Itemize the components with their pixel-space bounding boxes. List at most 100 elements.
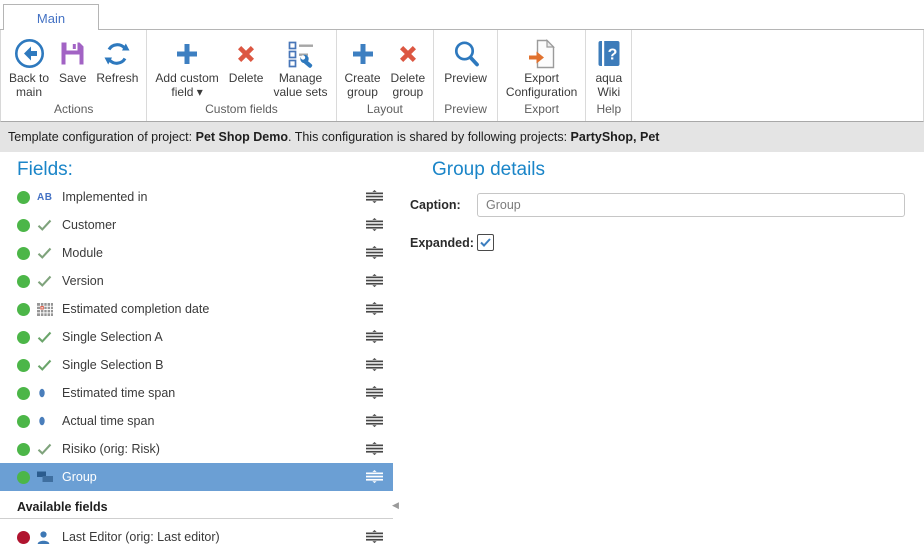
magnifier-icon (451, 35, 481, 72)
caption-input[interactable] (477, 193, 905, 217)
field-label: Module (62, 246, 366, 260)
status-dot-green (17, 191, 30, 204)
field-label: Risiko (orig: Risk) (62, 442, 366, 456)
status-dot-green (17, 331, 30, 344)
field-row-module[interactable]: Module (0, 239, 393, 267)
aqua-wiki-button[interactable]: ? aqua Wiki (589, 30, 628, 101)
ribbon-group-help: ? aqua Wiki Help (586, 30, 632, 121)
checkmark-icon (37, 247, 59, 259)
group-details-panel: Group details Caption: Expanded: (400, 152, 924, 548)
field-row-customer[interactable]: Customer (0, 211, 393, 239)
add-custom-field-label: Add custom field ▾ (155, 72, 218, 100)
value-sets-wrench-icon (286, 35, 316, 72)
delete-group-button[interactable]: Delete group (386, 30, 431, 101)
ribbon-group-actions: Back to main Save (1, 30, 147, 121)
export-configuration-button[interactable]: Export Configuration (501, 30, 582, 101)
field-row-estimated-completion-date[interactable]: Estimated completion date (0, 295, 393, 323)
expanded-checkbox[interactable] (477, 234, 494, 251)
field-label: Version (62, 274, 366, 288)
reorder-handle-icon[interactable] (366, 414, 383, 428)
project-name: Pet Shop Demo (196, 130, 288, 144)
delete-group-label: Delete group (391, 72, 426, 100)
caption-label: Caption: (410, 198, 477, 212)
field-row-last-editor[interactable]: Last Editor (orig: Last editor) (0, 523, 393, 551)
reorder-handle-icon[interactable] (366, 530, 383, 544)
template-config-infobar: Template configuration of project: Pet S… (0, 122, 924, 152)
field-row-single-selection-b[interactable]: Single Selection B (0, 351, 393, 379)
delete-button[interactable]: Delete (224, 30, 269, 101)
floppy-disk-icon (59, 35, 86, 72)
add-custom-field-button[interactable]: Add custom field ▾ (150, 30, 223, 101)
checkmark-icon (37, 359, 59, 371)
ribbon-tab-strip: Main (0, 0, 924, 30)
field-label: Estimated time span (62, 386, 366, 400)
ribbon: Back to main Save (0, 30, 924, 122)
back-to-main-button[interactable]: Back to main (4, 30, 54, 101)
status-dot-green (17, 247, 30, 260)
reorder-handle-icon[interactable] (366, 190, 383, 204)
refresh-button[interactable]: Refresh (91, 30, 143, 101)
group-icon (37, 471, 59, 483)
field-row-version[interactable]: Version (0, 267, 393, 295)
status-dot-green (17, 359, 30, 372)
create-group-label: Create group (345, 72, 381, 100)
reorder-handle-icon[interactable] (366, 470, 383, 484)
main-content: Fields: AB Implemented in Customer (0, 152, 924, 548)
ribbon-group-preview: Preview Preview (434, 30, 498, 121)
ribbon-empty-space (632, 30, 923, 121)
panel-collapse-arrow-icon[interactable]: ◀ (392, 501, 399, 510)
status-dot-green (17, 303, 30, 316)
field-label: Estimated completion date (62, 302, 366, 316)
back-to-main-label: Back to main (9, 72, 49, 100)
preview-button[interactable]: Preview (439, 30, 492, 101)
calendar-icon (37, 303, 59, 316)
status-dot-green (17, 415, 30, 428)
field-label: Last Editor (orig: Last editor) (62, 530, 366, 544)
field-label: Single Selection A (62, 330, 366, 344)
reorder-handle-icon[interactable] (366, 218, 383, 232)
status-dot-green (17, 471, 30, 484)
reorder-handle-icon[interactable] (366, 274, 383, 288)
status-dot-green (17, 387, 30, 400)
tab-main[interactable]: Main (3, 4, 99, 31)
create-group-button[interactable]: Create group (340, 30, 386, 101)
reorder-handle-icon[interactable] (366, 246, 383, 260)
svg-text:?: ? (608, 47, 618, 64)
reorder-handle-icon[interactable] (366, 442, 383, 456)
field-row-risiko[interactable]: Risiko (orig: Risk) (0, 435, 393, 463)
caption-row: Caption: (410, 193, 906, 217)
status-dot-red (17, 531, 30, 544)
field-row-actual-time-span[interactable]: Actual time span (0, 407, 393, 435)
timespan-icon (37, 415, 59, 427)
checkmark-icon (37, 443, 59, 455)
status-dot-green (17, 275, 30, 288)
fields-panel: Fields: AB Implemented in Customer (0, 152, 400, 548)
available-fields-header: Available fields (0, 495, 393, 519)
save-button[interactable]: Save (54, 30, 91, 101)
preview-label: Preview (444, 72, 487, 100)
reorder-handle-icon[interactable] (366, 386, 383, 400)
reorder-handle-icon[interactable] (366, 330, 383, 344)
reorder-handle-icon[interactable] (366, 302, 383, 316)
red-x-icon (233, 35, 259, 72)
ribbon-group-custom-fields: Add custom field ▾ Delete (147, 30, 336, 121)
field-row-single-selection-a[interactable]: Single Selection A (0, 323, 393, 351)
status-dot-green (17, 443, 30, 456)
field-row-group-selected[interactable]: Group (0, 463, 393, 491)
ribbon-group-export: Export Configuration Export (498, 30, 586, 121)
field-label: Single Selection B (62, 358, 366, 372)
field-label: Customer (62, 218, 366, 232)
checkmark-icon (37, 219, 59, 231)
field-label: Group (62, 470, 366, 484)
group-label-export: Export (498, 101, 585, 121)
reorder-handle-icon[interactable] (366, 358, 383, 372)
field-label: Implemented in (62, 190, 366, 204)
field-row-implemented-in[interactable]: AB Implemented in (0, 183, 393, 211)
back-arrow-circle-icon (14, 35, 45, 72)
manage-value-sets-button[interactable]: Manage value sets (268, 30, 332, 101)
tab-main-label: Main (37, 11, 65, 26)
field-row-estimated-time-span[interactable]: Estimated time span (0, 379, 393, 407)
infobar-text: Template configuration of project: Pet S… (8, 130, 659, 144)
red-x-icon (395, 35, 421, 72)
timespan-icon (37, 387, 59, 399)
